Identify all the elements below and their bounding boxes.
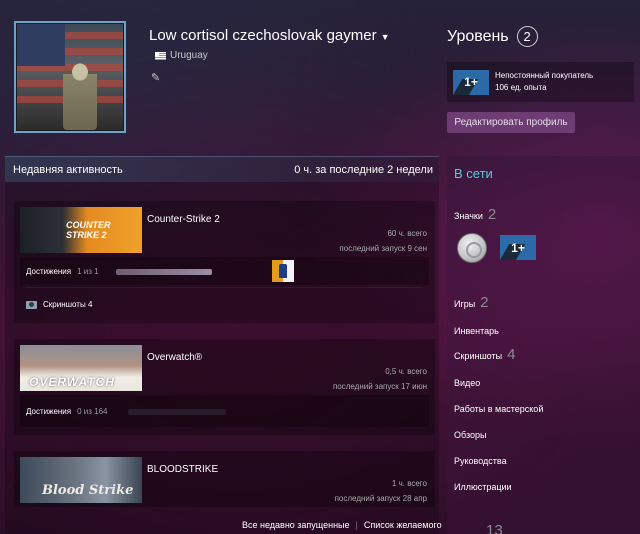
favorite-badge-info: Непостоянный покупатель 106 ед. опыта <box>495 70 593 94</box>
achievements-count: 1 из 1 <box>77 267 99 276</box>
game-capsule[interactable]: COUNTER STRIKE 2 <box>20 207 142 253</box>
game-hours: 60 ч. всего <box>387 229 427 238</box>
badge-1plus-icon[interactable]: 1+ <box>500 235 536 260</box>
game-last-played: последний запуск 28 апр <box>334 494 427 503</box>
level-row: Уровень 2 <box>447 26 538 47</box>
online-status: В сети <box>454 166 493 181</box>
capsule-text: COUNTER STRIKE 2 <box>66 220 111 240</box>
sidebar-item-partial[interactable]: 13 <box>454 522 503 534</box>
game-row-bloodstrike: Blood Strike BLOODSTRIKE 1 ч. всего посл… <box>14 451 435 507</box>
game-capsule[interactable]: Blood Strike <box>20 457 142 503</box>
game-name[interactable]: BLOODSTRIKE <box>147 464 218 475</box>
link-separator: | <box>355 520 358 530</box>
game-stats: 0,5 ч. всего последний запуск 17 июн <box>333 364 427 394</box>
achievements-box: Достижения 0 из 164 <box>20 395 429 427</box>
sidebar-item-count: 2 <box>487 206 497 223</box>
capsule-text: OVERWATCH <box>29 375 115 389</box>
favorite-badge-xp: 106 ед. опыта <box>495 83 547 92</box>
game-hours: 0,5 ч. всего <box>385 367 427 376</box>
sidebar-item-label: Скриншоты <box>454 351 503 361</box>
sidebar-item-count: 2 <box>480 294 489 311</box>
game-hours: 1 ч. всего <box>391 479 427 488</box>
achievements-box: Достижения 1 из 1 <box>20 257 429 285</box>
screenshots-link[interactable]: Скриншоты 4 <box>26 300 92 309</box>
sidebar-item-games[interactable]: Игры 2 <box>454 294 489 311</box>
sidebar-item-videos[interactable]: Видео <box>454 378 480 388</box>
sidebar-item-label: Значки <box>454 211 483 221</box>
capsule-text: Blood Strike <box>42 483 134 498</box>
sidebar-item-label: Иллюстрации <box>454 482 512 492</box>
avatar[interactable] <box>14 21 126 133</box>
game-last-played: последний запуск 9 сен <box>339 244 427 253</box>
persona-name[interactable]: Low cortisol czechoslovak gaymer ▼ <box>149 27 390 44</box>
game-row-overwatch: OVERWATCH Overwatch® 0,5 ч. всего послед… <box>14 339 435 435</box>
game-stats: 60 ч. всего последний запуск 9 сен <box>339 226 427 256</box>
game-row-cs2: COUNTER STRIKE 2 Counter-Strike 2 60 ч. … <box>14 201 435 323</box>
sidebar-item-inventory[interactable]: Инвентарь <box>454 326 499 336</box>
achievements-label[interactable]: Достижения 1 из 1 <box>26 267 99 276</box>
flag-icon <box>155 51 166 60</box>
progress-fill <box>116 269 212 275</box>
profile-sidebar: В сети Значки 2 1+ Игры 2 Инвентарь Скри… <box>447 156 640 534</box>
sidebar-item-artwork[interactable]: Иллюстрации <box>454 482 512 492</box>
achievement-icon[interactable] <box>272 260 294 282</box>
level-badge[interactable]: 2 <box>516 26 538 47</box>
sidebar-item-guides[interactable]: Руководства <box>454 456 507 466</box>
sidebar-item-label: Работы в мастерской <box>454 404 544 414</box>
sidebar-item-screenshots[interactable]: Скриншоты 4 <box>454 346 515 363</box>
game-name[interactable]: Counter-Strike 2 <box>147 214 220 225</box>
sidebar-item-label: Обзоры <box>454 430 487 440</box>
game-last-played: последний запуск 17 июн <box>332 382 427 391</box>
location-text: Uruguay <box>170 50 208 61</box>
activity-footer-links: Все недавно запущенные | Список желаемог… <box>242 520 442 530</box>
achievements-progress-bar <box>116 269 212 275</box>
recent-activity-header: Недавняя активность 0 ч. за последние 2 … <box>5 156 439 182</box>
sidebar-item-badges[interactable]: Значки 2 <box>454 206 496 223</box>
achievements-progress-bar <box>128 409 226 415</box>
avatar-image <box>17 24 123 130</box>
persona-name-text: Low cortisol czechoslovak gaymer <box>149 27 377 44</box>
achievements-count: 0 из 164 <box>77 407 108 416</box>
game-stats: 1 ч. всего последний запуск 28 апр <box>335 476 427 506</box>
achievements-label[interactable]: Достижения 0 из 164 <box>26 407 108 416</box>
location: Uruguay <box>155 50 208 61</box>
favorite-badge-name: Непостоянный покупатель <box>495 71 594 80</box>
sidebar-item-reviews[interactable]: Обзоры <box>454 430 486 440</box>
sidebar-item-label: Видео <box>454 378 481 388</box>
level-title: Уровень <box>447 27 509 45</box>
edit-profile-button[interactable]: Редактировать профиль <box>447 112 575 133</box>
badge-icon: 1+ <box>453 69 489 95</box>
sidebar-item-label: Руководства <box>454 456 507 466</box>
sidebar-item-count: 4 <box>507 346 516 363</box>
recent-activity-title: Недавняя активность <box>13 163 123 176</box>
favorite-badge[interactable]: 1+ Непостоянный покупатель 106 ед. опыта <box>447 62 634 102</box>
game-capsule[interactable]: OVERWATCH <box>20 345 142 391</box>
sidebar-item-label: Игры <box>454 299 476 309</box>
all-recent-link[interactable]: Все недавно запущенные <box>242 520 350 530</box>
screenshots-label: Скриншоты 4 <box>43 300 93 309</box>
recent-activity: Недавняя активность 0 ч. за последние 2 … <box>5 156 439 534</box>
coin-badge-icon[interactable] <box>457 233 487 263</box>
recent-activity-summary: 0 ч. за последние 2 недели <box>294 163 433 176</box>
sidebar-item-workshop[interactable]: Работы в мастерской <box>454 404 543 414</box>
chevron-down-icon[interactable]: ▼ <box>381 32 390 42</box>
pencil-icon[interactable]: ✎ <box>151 71 161 84</box>
game-name[interactable]: Overwatch® <box>147 352 202 363</box>
sidebar-item-count: 13 <box>486 522 503 534</box>
sidebar-item-label: Инвентарь <box>454 326 499 336</box>
wishlist-link[interactable]: Список желаемого <box>364 520 442 530</box>
camera-icon <box>26 300 37 309</box>
